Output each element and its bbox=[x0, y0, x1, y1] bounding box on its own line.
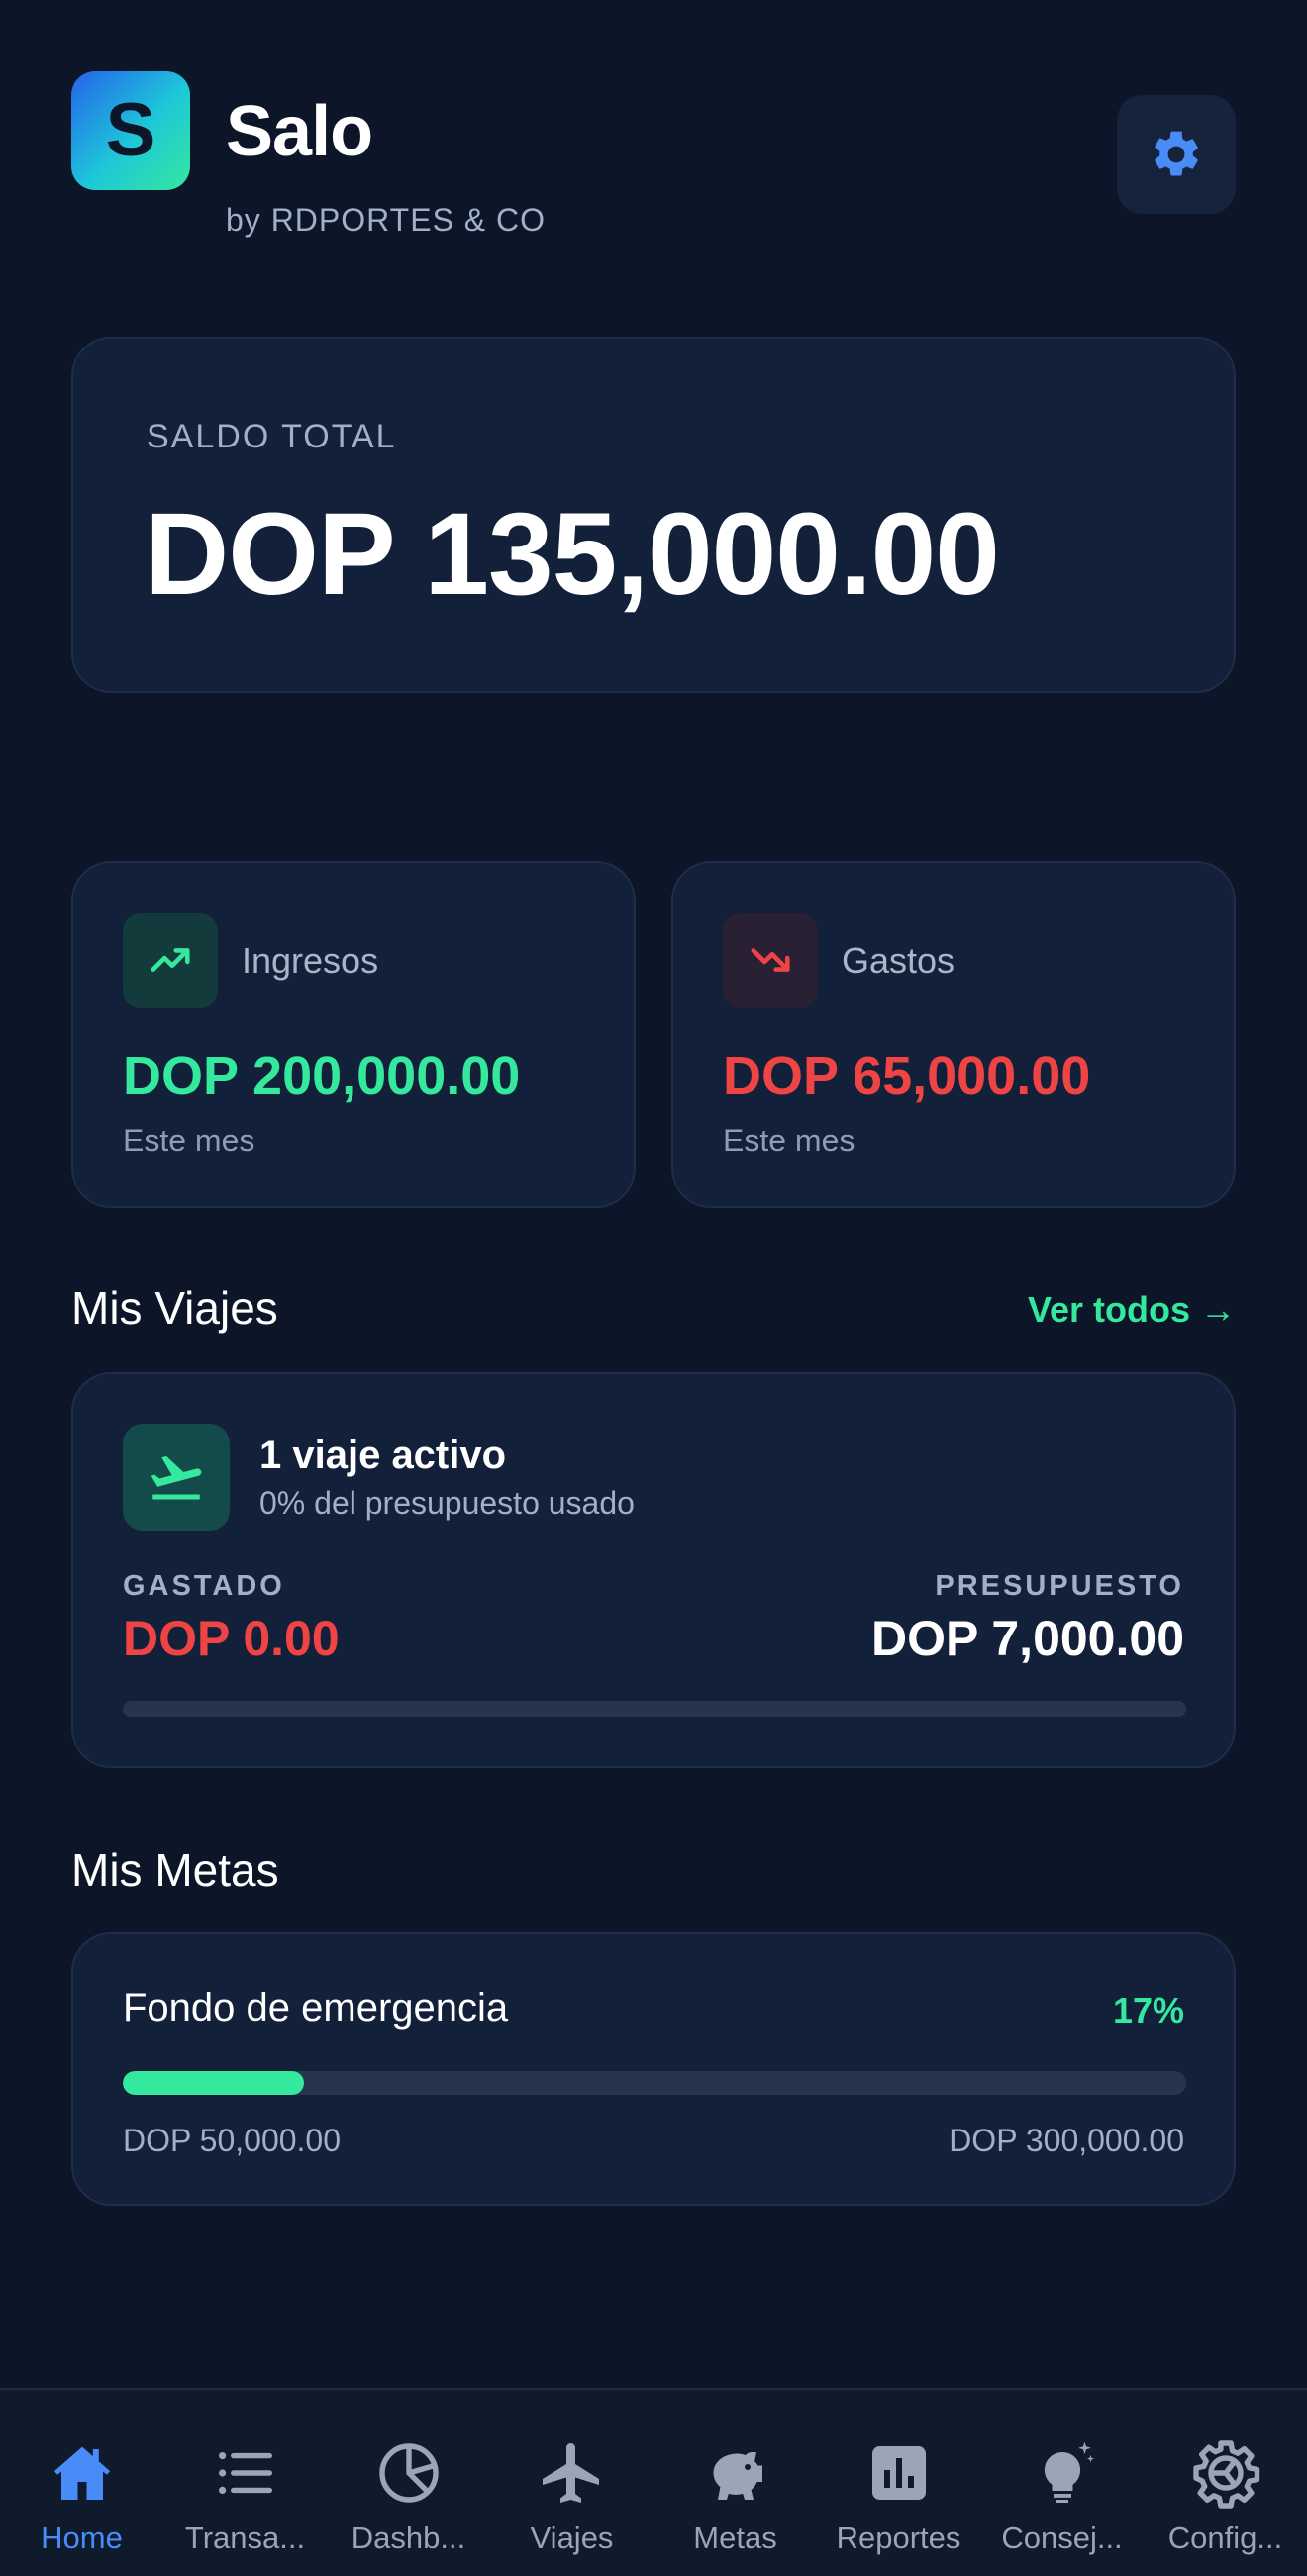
income-value: DOP 200,000.00 bbox=[123, 1046, 521, 1106]
airplane-icon bbox=[535, 2435, 610, 2511]
trip-budget-progress-bar bbox=[123, 1701, 1186, 1717]
app-subtitle: by RDPORTES & CO bbox=[226, 202, 547, 238]
home-icon bbox=[45, 2435, 120, 2511]
nav-item-tips[interactable]: Consej... bbox=[980, 2390, 1144, 2576]
goal-progress-bar bbox=[123, 2071, 1186, 2095]
bottom-navigation: Home Transa... Dashb... Viajes Metas Rep… bbox=[0, 2388, 1307, 2576]
goal-name: Fondo de emergencia bbox=[123, 1986, 509, 2030]
goal-card[interactable]: Fondo de emergencia 17% DOP 50,000.00 DO… bbox=[71, 1932, 1236, 2206]
trending-up-icon bbox=[123, 913, 218, 1008]
trending-down-icon bbox=[723, 913, 818, 1008]
goal-target-amount: DOP 300,000.00 bbox=[949, 2123, 1184, 2158]
nav-label-tips: Consej... bbox=[1001, 2521, 1123, 2555]
piggy-bank-icon bbox=[698, 2435, 773, 2511]
nav-label-config: Config... bbox=[1167, 2521, 1283, 2555]
nav-label-goals: Metas bbox=[693, 2521, 777, 2555]
goals-section-title: Mis Metas bbox=[71, 1844, 279, 1896]
nav-item-trips[interactable]: Viajes bbox=[490, 2390, 654, 2576]
see-all-trips-link[interactable]: Ver todos → bbox=[1028, 1289, 1236, 1331]
nav-item-reports[interactable]: Reportes bbox=[817, 2390, 980, 2576]
budget-label: PRESUPUESTO bbox=[935, 1570, 1184, 1602]
expenses-card[interactable]: Gastos DOP 65,000.00 Este mes bbox=[671, 861, 1236, 1208]
balance-value: DOP 135,000.00 bbox=[145, 489, 1000, 620]
spent-value: DOP 0.00 bbox=[123, 1611, 340, 1666]
app-header: S Salo by RDPORTES & CO bbox=[71, 71, 1236, 249]
spent-label: GASTADO bbox=[123, 1570, 285, 1602]
nav-label-home: Home bbox=[41, 2521, 123, 2555]
nav-item-dashboard[interactable]: Dashb... bbox=[327, 2390, 490, 2576]
income-title: Ingresos bbox=[242, 941, 379, 981]
nav-item-goals[interactable]: Metas bbox=[654, 2390, 817, 2576]
settings-button[interactable] bbox=[1117, 95, 1236, 214]
app-title: Salo bbox=[226, 92, 373, 171]
goal-percent: 17% bbox=[1112, 1990, 1184, 2031]
expenses-value: DOP 65,000.00 bbox=[723, 1046, 1091, 1106]
nav-label-trips: Viajes bbox=[530, 2521, 614, 2555]
logo-letter: S bbox=[105, 88, 156, 172]
gear-icon bbox=[1155, 131, 1198, 176]
income-card[interactable]: Ingresos DOP 200,000.00 Este mes bbox=[71, 861, 636, 1208]
plane-departure-icon bbox=[123, 1424, 230, 1531]
settings-icon bbox=[1188, 2435, 1263, 2511]
expenses-title: Gastos bbox=[842, 941, 955, 981]
nav-item-config[interactable]: Config... bbox=[1144, 2390, 1307, 2576]
trip-subtitle: 0% del presupuesto usado bbox=[259, 1485, 635, 1521]
income-period: Este mes bbox=[123, 1123, 255, 1158]
trip-title: 1 viaje activo bbox=[259, 1434, 507, 1477]
nav-label-dashboard: Dashb... bbox=[351, 2521, 466, 2555]
total-balance-card: SALDO TOTAL DOP 135,000.00 bbox=[71, 337, 1236, 693]
budget-value: DOP 7,000.00 bbox=[871, 1611, 1184, 1666]
nav-label-transactions: Transa... bbox=[184, 2521, 306, 2555]
home-screen: S Salo by RDPORTES & CO SALDO TOTAL DOP … bbox=[0, 0, 1307, 2576]
balance-label: SALDO TOTAL bbox=[147, 418, 397, 455]
nav-item-home[interactable]: Home bbox=[0, 2390, 163, 2576]
app-logo: S bbox=[71, 71, 190, 190]
goal-current-amount: DOP 50,000.00 bbox=[123, 2123, 342, 2158]
list-icon bbox=[208, 2435, 283, 2511]
pie-chart-icon bbox=[371, 2435, 447, 2511]
bar-chart-icon bbox=[861, 2435, 937, 2511]
goal-progress-fill bbox=[123, 2071, 304, 2095]
expenses-period: Este mes bbox=[723, 1123, 855, 1158]
active-trip-card[interactable]: 1 viaje activo 0% del presupuesto usado … bbox=[71, 1372, 1236, 1768]
trips-section-title: Mis Viajes bbox=[71, 1282, 278, 1334]
lightbulb-icon bbox=[1025, 2435, 1100, 2511]
nav-label-reports: Reportes bbox=[836, 2521, 961, 2555]
nav-item-transactions[interactable]: Transa... bbox=[163, 2390, 327, 2576]
